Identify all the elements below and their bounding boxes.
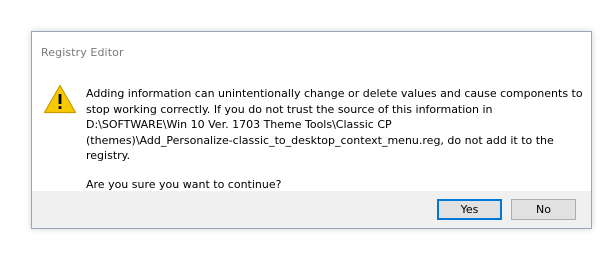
- button-bar: Yes No: [32, 191, 591, 228]
- message-line: Adding information can unintentionally c…: [86, 87, 583, 100]
- dialog-title: Registry Editor: [41, 46, 124, 59]
- registry-editor-dialog: Registry Editor Adding information can u…: [31, 31, 592, 229]
- no-button[interactable]: No: [511, 199, 576, 220]
- message-text: Adding information can unintentionally c…: [86, 86, 586, 192]
- message-line: D:\SOFTWARE\Win 10 Ver. 1703 Theme Tools…: [86, 118, 392, 131]
- message-line: (themes)\Add_Personalize-classic_to_desk…: [86, 133, 554, 163]
- yes-button[interactable]: Yes: [437, 199, 502, 220]
- confirmation-question: Are you sure you want to continue?: [86, 177, 282, 191]
- message-line: stop working correctly. If you do not tr…: [86, 102, 493, 116]
- warning-icon: [43, 84, 77, 114]
- title-bar[interactable]: Registry Editor: [32, 32, 591, 68]
